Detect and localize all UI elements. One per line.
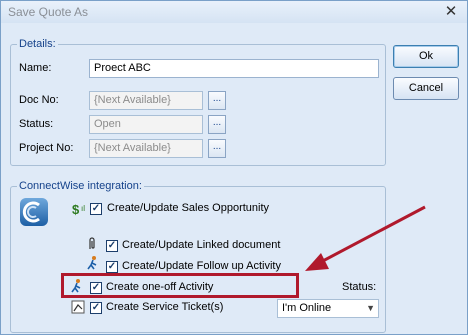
save-quote-dialog: Save Quote As ✕ Details: Name: Proect AB… [0,0,468,335]
sales-opportunity-label: Create/Update Sales Opportunity [107,202,270,214]
ok-button[interactable]: Ok [393,45,459,68]
chevron-down-icon: ▼ [366,303,375,313]
annotation-highlight-box [61,273,299,298]
name-label: Name: [19,62,52,74]
service-ticket-icon [71,300,85,314]
details-legend: Details: [17,38,58,50]
follow-up-activity-checkbox[interactable]: ✓ [106,261,118,273]
dollar-icon: $ [72,202,80,217]
window-title: Save Quote As [8,5,89,19]
status-field[interactable]: Open [89,115,203,134]
connectwise-logo-icon [20,198,48,226]
name-field[interactable]: Proect ABC [89,59,379,78]
linked-document-checkbox[interactable]: ✓ [106,240,118,252]
online-status-label: Status: [342,281,377,293]
sales-opportunity-checkbox[interactable]: ✓ [90,203,102,215]
projectno-browse-button[interactable]: ... [208,139,226,158]
docno-field[interactable]: {Next Available} [89,91,203,110]
projectno-field[interactable]: {Next Available} [89,139,203,158]
service-ticket-label: Create Service Ticket(s) [106,301,224,313]
connectwise-legend: ConnectWise integration: [17,180,144,192]
annotation-arrow-icon [305,205,426,271]
docno-label: Doc No: [19,94,59,106]
close-icon[interactable]: ✕ [443,4,459,20]
online-status-value: I'm Online [282,302,332,314]
status-browse-button[interactable]: ... [208,115,226,134]
cancel-button[interactable]: Cancel [393,77,459,100]
activity-runner-icon [87,256,97,270]
title-bar: Save Quote As ✕ [1,1,467,23]
projectno-label: Project No: [19,142,74,154]
docno-browse-button[interactable]: ... [208,91,226,110]
linked-document-label: Create/Update Linked document [122,239,281,251]
online-status-dropdown[interactable]: I'm Online ▼ [277,299,379,318]
status-label: Status: [19,118,54,130]
bars-icon: ıl [81,204,85,213]
follow-up-activity-label: Create/Update Follow up Activity [122,260,281,272]
paperclip-icon [89,237,95,249]
service-ticket-checkbox[interactable]: ✓ [90,302,102,314]
